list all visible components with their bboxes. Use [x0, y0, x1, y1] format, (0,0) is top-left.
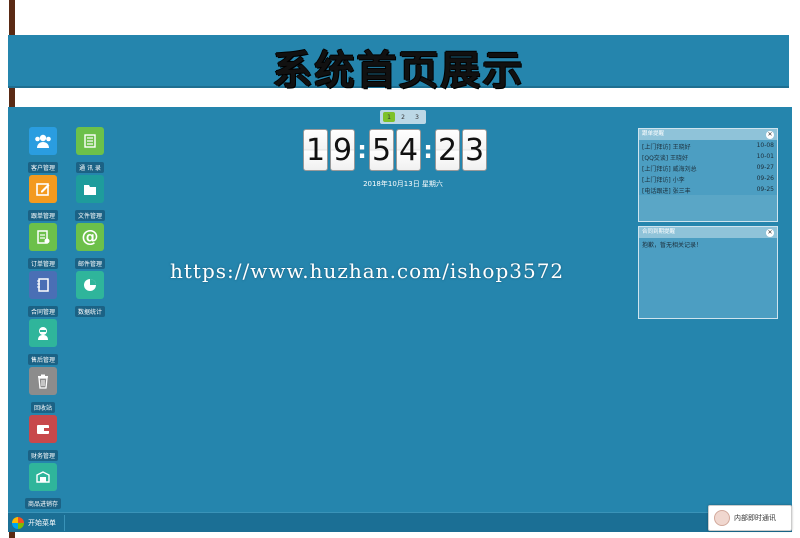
desktop-icon-aftersales[interactable]: 售后管理 — [18, 319, 68, 366]
desktop-icon-email[interactable]: @ 邮件管理 — [65, 223, 115, 270]
banner: 系统首页展示 — [8, 35, 789, 94]
support-icon — [29, 319, 57, 347]
reminder-date: 10-01 — [756, 153, 774, 160]
desktop-icon-label: 订单管理 — [27, 258, 58, 269]
desktop-icon-label: 合同管理 — [27, 306, 58, 317]
desktop-icon-statistics[interactable]: 数据统计 — [65, 271, 115, 318]
reminder-date: 09-25 — [756, 186, 774, 193]
clock-digit: 4 — [396, 129, 421, 171]
clock-date: 2018年10月13日 星期六 — [363, 180, 443, 188]
close-icon[interactable]: ✕ — [766, 131, 774, 139]
desktop-icon-contacts[interactable]: 通 讯 录 — [65, 127, 115, 174]
desktop-icon-files[interactable]: 文件管理 — [65, 175, 115, 222]
desktop-icon-label: 数据统计 — [74, 306, 105, 317]
panel-header: 跟单提醒 ✕ — [639, 129, 777, 140]
desktop-icon-label: 商品进销存 — [24, 498, 61, 509]
reminder-date: 10-08 — [756, 142, 774, 149]
desktop-pager: 1 2 3 — [380, 110, 426, 124]
desktop-icon-label: 通 讯 录 — [76, 162, 104, 173]
list-item[interactable]: [上门拜访] 王晓好 10-08 — [639, 140, 777, 151]
empty-text: 抱歉，暂无相关记录！ — [642, 242, 703, 249]
folder-icon — [76, 175, 104, 203]
desktop-icon-label: 文件管理 — [74, 210, 105, 221]
avatar — [714, 510, 730, 526]
im-label: 内部即时通讯 — [734, 514, 776, 522]
banner-title: 系统首页展示 — [272, 48, 525, 94]
contacts-icon — [76, 127, 104, 155]
empty-message: 抱歉，暂无相关记录！ — [639, 238, 777, 249]
reminder-text: [上门拜访] 王晓好 — [642, 144, 691, 151]
followup-reminder-panel: 跟单提醒 ✕ [上门拜访] 王晓好 10-08 [QQ交谈] 王晓好 10-01 [… — [638, 128, 778, 222]
panel-body: 抱歉，暂无相关记录！ — [639, 238, 777, 318]
pager-page-3[interactable]: 3 — [411, 112, 423, 122]
start-menu-label: 开始菜单 — [28, 519, 56, 527]
close-icon[interactable]: ✕ — [766, 229, 774, 237]
list-item[interactable]: [电话跟进] 张三丰 09-25 — [639, 184, 777, 195]
clock-digit: 5 — [369, 129, 394, 171]
desktop-icon-finance[interactable]: 财务管理 — [18, 415, 68, 462]
contract-icon — [29, 271, 57, 299]
panel-body: [上门拜访] 王晓好 10-08 [QQ交谈] 王晓好 10-01 [上门拜访] 威… — [639, 140, 777, 195]
pie-chart-icon — [76, 271, 104, 299]
inventory-icon — [29, 463, 57, 491]
panel-header: 合同到期提醒 ✕ — [639, 227, 777, 238]
pager-page-2[interactable]: 2 — [397, 112, 409, 122]
desktop-icon-orders[interactable]: 订单管理 — [18, 223, 68, 270]
list-item[interactable]: [上门拜访] 小李 09-26 — [639, 173, 777, 184]
clock-digit: 1 — [303, 129, 328, 171]
clock-digit: 2 — [435, 129, 460, 171]
start-menu-button[interactable]: 开始菜单 — [12, 515, 65, 531]
desktop-icon-contracts[interactable]: 合同管理 — [18, 271, 68, 318]
email-icon: @ — [76, 223, 104, 251]
edit-icon — [29, 175, 57, 203]
windows-logo-icon — [12, 517, 24, 529]
flip-clock: 1 9 : 5 4 : 2 3 — [303, 129, 489, 171]
clock-digit: 9 — [330, 129, 355, 171]
customers-icon — [29, 127, 57, 155]
desktop-icon-label: 客户管理 — [27, 162, 58, 173]
desktop-icon-recycle-bin[interactable]: 回收站 — [18, 367, 68, 414]
desktop-icon-customers[interactable]: 客户管理 — [18, 127, 68, 174]
reminder-text: [电话跟进] 张三丰 — [642, 188, 691, 195]
panel-title: 合同到期提醒 — [642, 229, 676, 235]
desktop: 客户管理 跟单管理 订单管理 合同管理 售后管理 回收站 财务管理 商品进销存 … — [8, 107, 792, 512]
desktop-icon-label: 售后管理 — [27, 354, 58, 365]
list-item[interactable]: [QQ交谈] 王晓好 10-01 — [639, 151, 777, 162]
wallet-icon — [29, 415, 57, 443]
trash-icon — [29, 367, 57, 395]
clock-separator: : — [357, 136, 367, 164]
watermark-url: https://www.huzhan.com/ishop3572 — [170, 259, 565, 283]
pager-page-1[interactable]: 1 — [383, 112, 395, 122]
reminder-date: 09-27 — [756, 164, 774, 171]
desktop-icon-label: 回收站 — [30, 402, 55, 413]
panel-title: 跟单提醒 — [642, 131, 665, 137]
desktop-icon-followup[interactable]: 跟单管理 — [18, 175, 68, 222]
reminder-text: [上门拜访] 威海刘总 — [642, 166, 697, 173]
desktop-icon-inventory[interactable]: 商品进销存 — [18, 463, 68, 510]
reminder-date: 09-26 — [756, 175, 774, 182]
reminder-text: [QQ交谈] 王晓好 — [642, 155, 689, 162]
clock-digit: 3 — [462, 129, 487, 171]
desktop-icon-label: 财务管理 — [27, 450, 58, 461]
taskbar: 开始菜单 — [8, 512, 792, 532]
instant-messaging-button[interactable]: 内部即时通讯 — [708, 505, 792, 531]
clock-separator: : — [423, 136, 433, 164]
desktop-icon-label: 跟单管理 — [27, 210, 58, 221]
desktop-icon-label: 邮件管理 — [74, 258, 105, 269]
list-item[interactable]: [上门拜访] 威海刘总 09-27 — [639, 162, 777, 173]
order-icon — [29, 223, 57, 251]
contract-expiry-panel: 合同到期提醒 ✕ 抱歉，暂无相关记录！ — [638, 226, 778, 319]
reminder-text: [上门拜访] 小李 — [642, 177, 685, 184]
